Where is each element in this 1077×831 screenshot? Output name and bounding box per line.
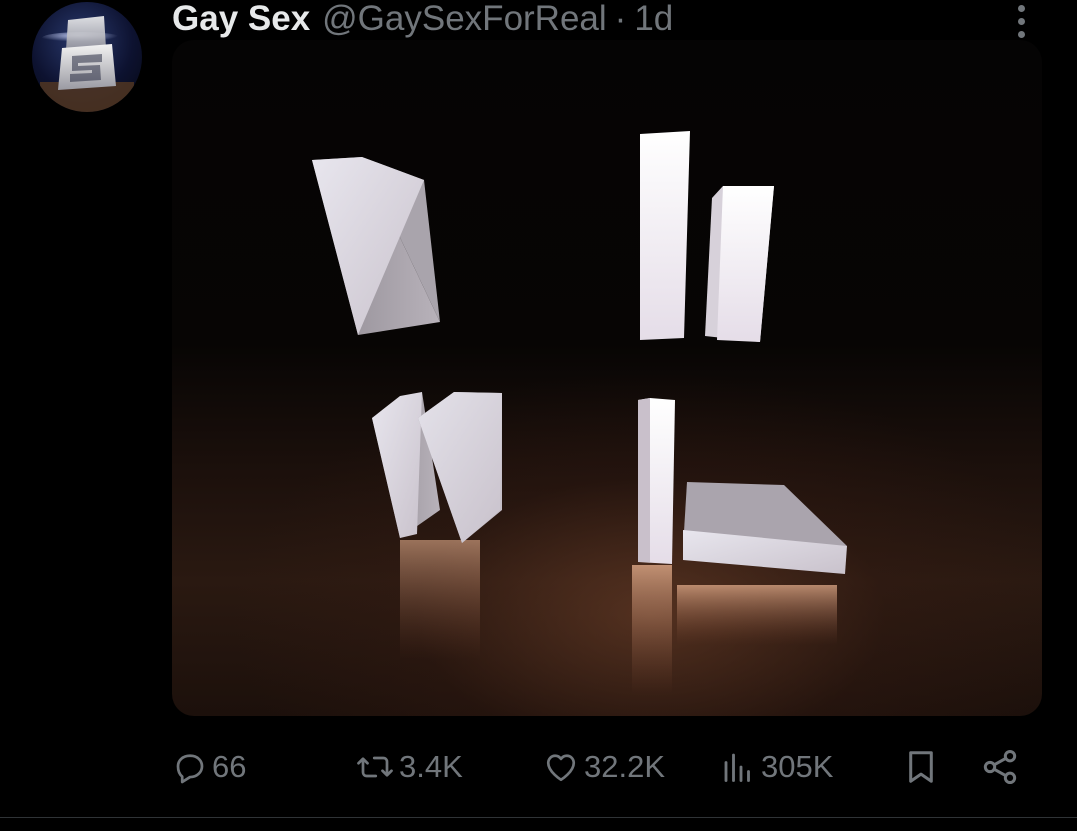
- more-dot-icon: [1017, 4, 1025, 12]
- more-dot-icon: [1017, 30, 1025, 38]
- more-options-button[interactable]: [1004, 0, 1038, 42]
- bookmark-icon: [909, 751, 933, 783]
- timestamp[interactable]: 1d: [634, 0, 673, 44]
- repost-count: 3.4K: [399, 749, 463, 784]
- separator: ·: [614, 0, 627, 38]
- bookmark-button[interactable]: [902, 744, 940, 790]
- post-image[interactable]: [172, 40, 1042, 716]
- user-handle[interactable]: @GaySexForReal: [322, 0, 607, 44]
- avatar[interactable]: [32, 2, 142, 112]
- reply-button[interactable]: 66: [172, 744, 246, 790]
- reply-icon: [176, 754, 204, 784]
- post-actions-bar: 66 3.4K 32.2K 305K: [172, 744, 1032, 790]
- display-name[interactable]: Gay Sex: [172, 0, 310, 44]
- 3d-white-blocks-render-icon: [312, 131, 847, 695]
- gay-sex-logo-avatar-icon: [40, 16, 134, 112]
- repost-button[interactable]: 3.4K: [355, 744, 463, 790]
- share-button[interactable]: [980, 744, 1020, 790]
- reply-count: 66: [212, 749, 247, 784]
- post-header: Gay Sex @GaySexForReal · 1d: [172, 0, 673, 44]
- heart-icon: [546, 754, 576, 782]
- like-button[interactable]: 32.2K: [542, 744, 665, 790]
- repost-icon: [357, 756, 393, 778]
- views-button[interactable]: 305K: [719, 744, 833, 790]
- share-icon: [983, 750, 1017, 784]
- views-count: 305K: [761, 749, 834, 784]
- like-count: 32.2K: [584, 749, 666, 784]
- post-divider: [0, 817, 1077, 818]
- views-icon: [724, 753, 750, 782]
- more-dot-icon: [1017, 17, 1025, 25]
